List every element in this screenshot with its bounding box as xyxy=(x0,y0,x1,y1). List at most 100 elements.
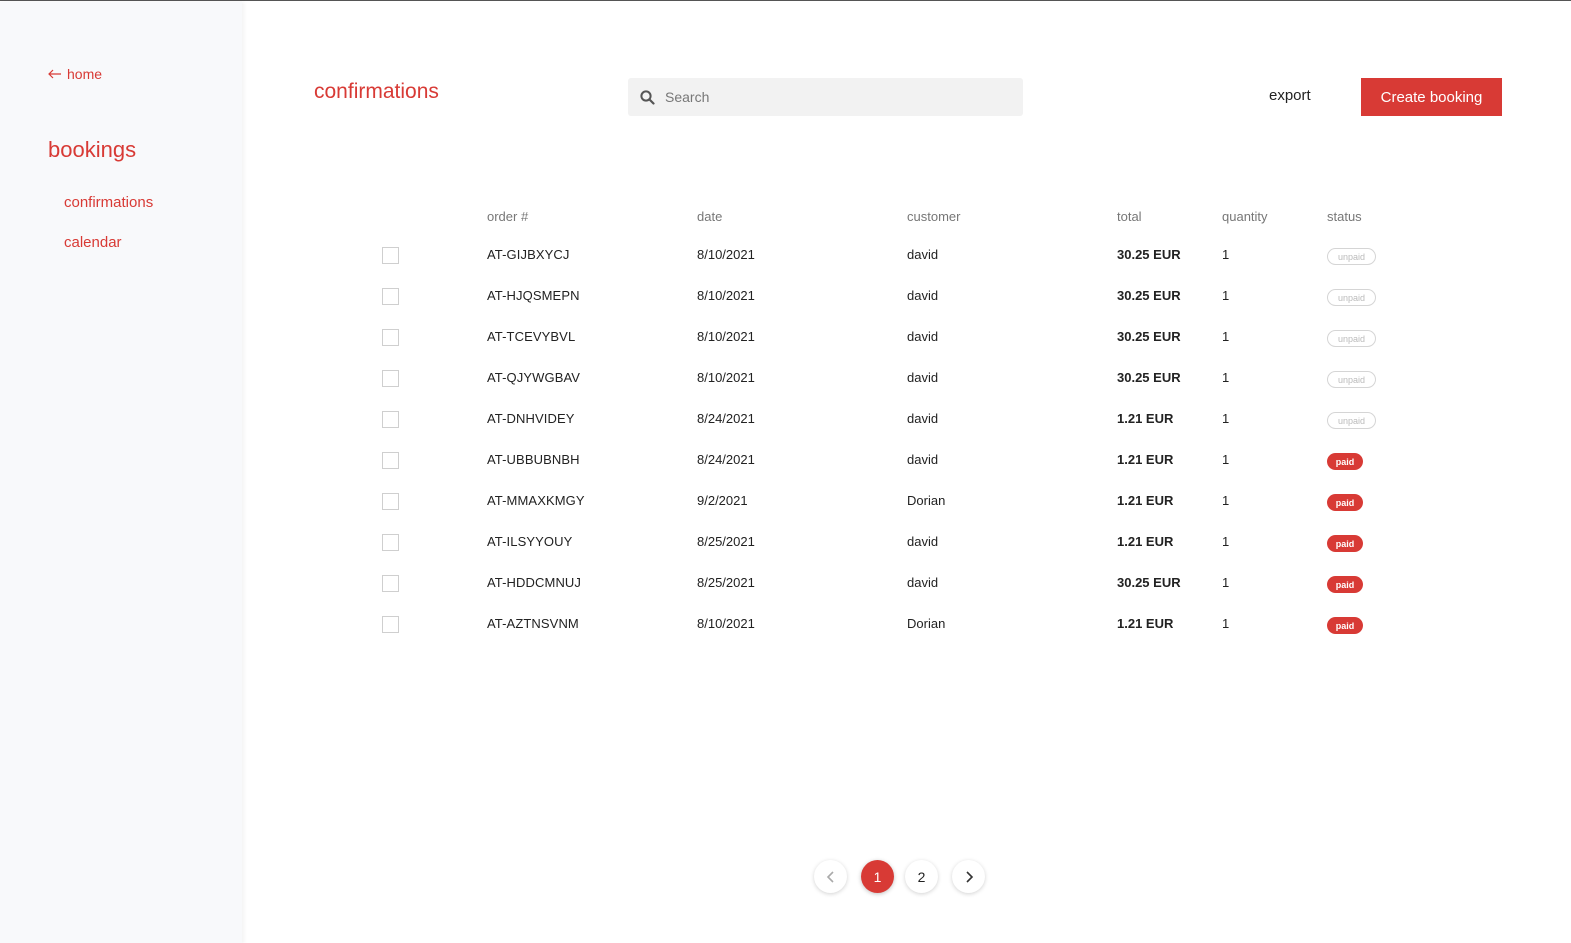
order-total: 30.25 EUR xyxy=(1117,247,1181,262)
sidebar-item-confirmations[interactable]: confirmations xyxy=(64,194,153,211)
order-quantity: 1 xyxy=(1222,575,1230,590)
customer-name: david xyxy=(907,411,939,426)
status-badge: unpaid xyxy=(1327,289,1376,306)
chevron-left-icon xyxy=(826,870,834,883)
table-row[interactable]: AT-DNHVIDEY 8/24/2021 david 1.21 EUR 1 unpaid xyxy=(0,411,1571,452)
order-quantity: 1 xyxy=(1222,247,1230,262)
order-number: AT-ILSYYOUY xyxy=(487,534,573,549)
create-booking-button[interactable]: Create booking xyxy=(1361,78,1502,116)
pagination-page-2[interactable]: 2 xyxy=(905,860,938,893)
order-date: 8/10/2021 xyxy=(697,370,755,385)
column-header-customer[interactable]: customer xyxy=(907,209,960,224)
status-badge: unpaid xyxy=(1327,412,1376,429)
row-checkbox[interactable] xyxy=(382,247,399,264)
table-row[interactable]: AT-HJQSMEPN 8/10/2021 david 30.25 EUR 1 unpai… xyxy=(0,288,1571,329)
row-checkbox[interactable] xyxy=(382,534,399,551)
order-quantity: 1 xyxy=(1222,411,1230,426)
row-checkbox[interactable] xyxy=(382,370,399,387)
customer-name: david xyxy=(907,452,939,467)
order-number: AT-GIJBXYCJ xyxy=(487,247,570,262)
table-row[interactable]: AT-HDDCMNUJ 8/25/2021 david 30.25 EUR 1 paid xyxy=(0,575,1571,616)
table-row[interactable]: AT-AZTNSVNM 8/10/2021 Dorian 1.21 EUR 1 paid xyxy=(0,616,1571,657)
order-total: 1.21 EUR xyxy=(1117,616,1174,631)
status-badge: paid xyxy=(1327,617,1363,634)
row-checkbox[interactable] xyxy=(382,493,399,510)
order-number: AT-QJYWGBAV xyxy=(487,370,581,385)
table-row[interactable]: AT-QJYWGBAV 8/10/2021 david 30.25 EUR 1 unpai… xyxy=(0,370,1571,411)
search-icon xyxy=(640,89,655,105)
search-input[interactable] xyxy=(665,89,1005,105)
order-number: AT-MMAXKMGY xyxy=(487,493,585,508)
customer-name: david xyxy=(907,534,939,549)
table-row[interactable]: AT-TCEVYBVL 8/10/2021 david 30.25 EUR 1 unpai… xyxy=(0,329,1571,370)
order-total: 30.25 EUR xyxy=(1117,329,1181,344)
status-badge: unpaid xyxy=(1327,248,1376,265)
row-checkbox[interactable] xyxy=(382,329,399,346)
column-header-quantity[interactable]: quantity xyxy=(1222,209,1268,224)
order-date: 9/2/2021 xyxy=(697,493,748,508)
table-row[interactable]: AT-ILSYYOUY 8/25/2021 david 1.21 EUR 1 paid xyxy=(0,534,1571,575)
order-number: AT-TCEVYBVL xyxy=(487,329,576,344)
order-number: AT-HJQSMEPN xyxy=(487,288,580,303)
order-total: 1.21 EUR xyxy=(1117,411,1174,426)
column-header-date[interactable]: date xyxy=(697,209,722,224)
status-badge: unpaid xyxy=(1327,330,1376,347)
table-row[interactable]: AT-UBBUBNBH 8/24/2021 david 1.21 EUR 1 paid xyxy=(0,452,1571,493)
order-date: 8/10/2021 xyxy=(697,329,755,344)
customer-name: david xyxy=(907,288,939,303)
order-date: 8/25/2021 xyxy=(697,575,755,590)
order-quantity: 1 xyxy=(1222,534,1230,549)
page-title: confirmations xyxy=(314,80,439,103)
row-checkbox[interactable] xyxy=(382,452,399,469)
customer-name: david xyxy=(907,329,939,344)
order-quantity: 1 xyxy=(1222,288,1230,303)
row-checkbox[interactable] xyxy=(382,616,399,633)
order-date: 8/25/2021 xyxy=(697,534,755,549)
order-total: 30.25 EUR xyxy=(1117,370,1181,385)
order-number: AT-AZTNSVNM xyxy=(487,616,579,631)
table-row[interactable]: AT-GIJBXYCJ 8/10/2021 david 30.25 EUR 1 unpai… xyxy=(0,247,1571,288)
row-checkbox[interactable] xyxy=(382,411,399,428)
order-total: 30.25 EUR xyxy=(1117,575,1181,590)
column-header-total[interactable]: total xyxy=(1117,209,1142,224)
order-date: 8/10/2021 xyxy=(697,288,755,303)
column-header-status[interactable]: status xyxy=(1327,209,1362,224)
order-total: 30.25 EUR xyxy=(1117,288,1181,303)
arrow-left-icon xyxy=(48,67,62,82)
status-badge: paid xyxy=(1327,535,1363,552)
order-total: 1.21 EUR xyxy=(1117,452,1174,467)
search-box xyxy=(628,78,1023,116)
order-number: AT-HDDCMNUJ xyxy=(487,575,582,590)
row-checkbox[interactable] xyxy=(382,288,399,305)
home-label: home xyxy=(67,66,103,82)
order-quantity: 1 xyxy=(1222,329,1230,344)
order-quantity: 1 xyxy=(1222,616,1230,631)
customer-name: Dorian xyxy=(907,616,946,631)
pagination-next-button[interactable] xyxy=(952,860,985,893)
order-date: 8/10/2021 xyxy=(697,616,755,631)
order-date: 8/24/2021 xyxy=(697,411,755,426)
order-number: AT-UBBUBNBH xyxy=(487,452,580,467)
customer-name: Dorian xyxy=(907,493,946,508)
order-total: 1.21 EUR xyxy=(1117,534,1174,549)
customer-name: david xyxy=(907,247,939,262)
order-quantity: 1 xyxy=(1222,493,1230,508)
order-total: 1.21 EUR xyxy=(1117,493,1174,508)
export-button[interactable]: export xyxy=(1269,87,1311,104)
chevron-right-icon xyxy=(965,870,973,883)
status-badge: paid xyxy=(1327,576,1363,593)
column-header-order[interactable]: order # xyxy=(487,209,528,224)
sidebar-section-title: bookings xyxy=(48,137,137,162)
customer-name: david xyxy=(907,575,939,590)
home-link[interactable]: home xyxy=(48,66,102,82)
status-badge: paid xyxy=(1327,453,1363,470)
order-quantity: 1 xyxy=(1222,452,1230,467)
status-badge: unpaid xyxy=(1327,371,1376,388)
order-number: AT-DNHVIDEY xyxy=(487,411,575,426)
table-row[interactable]: AT-MMAXKMGY 9/2/2021 Dorian 1.21 EUR 1 paid xyxy=(0,493,1571,534)
pagination-page-1[interactable]: 1 xyxy=(861,860,894,893)
customer-name: david xyxy=(907,370,939,385)
row-checkbox[interactable] xyxy=(382,575,399,592)
status-badge: paid xyxy=(1327,494,1363,511)
pagination-prev-button[interactable] xyxy=(814,860,847,893)
